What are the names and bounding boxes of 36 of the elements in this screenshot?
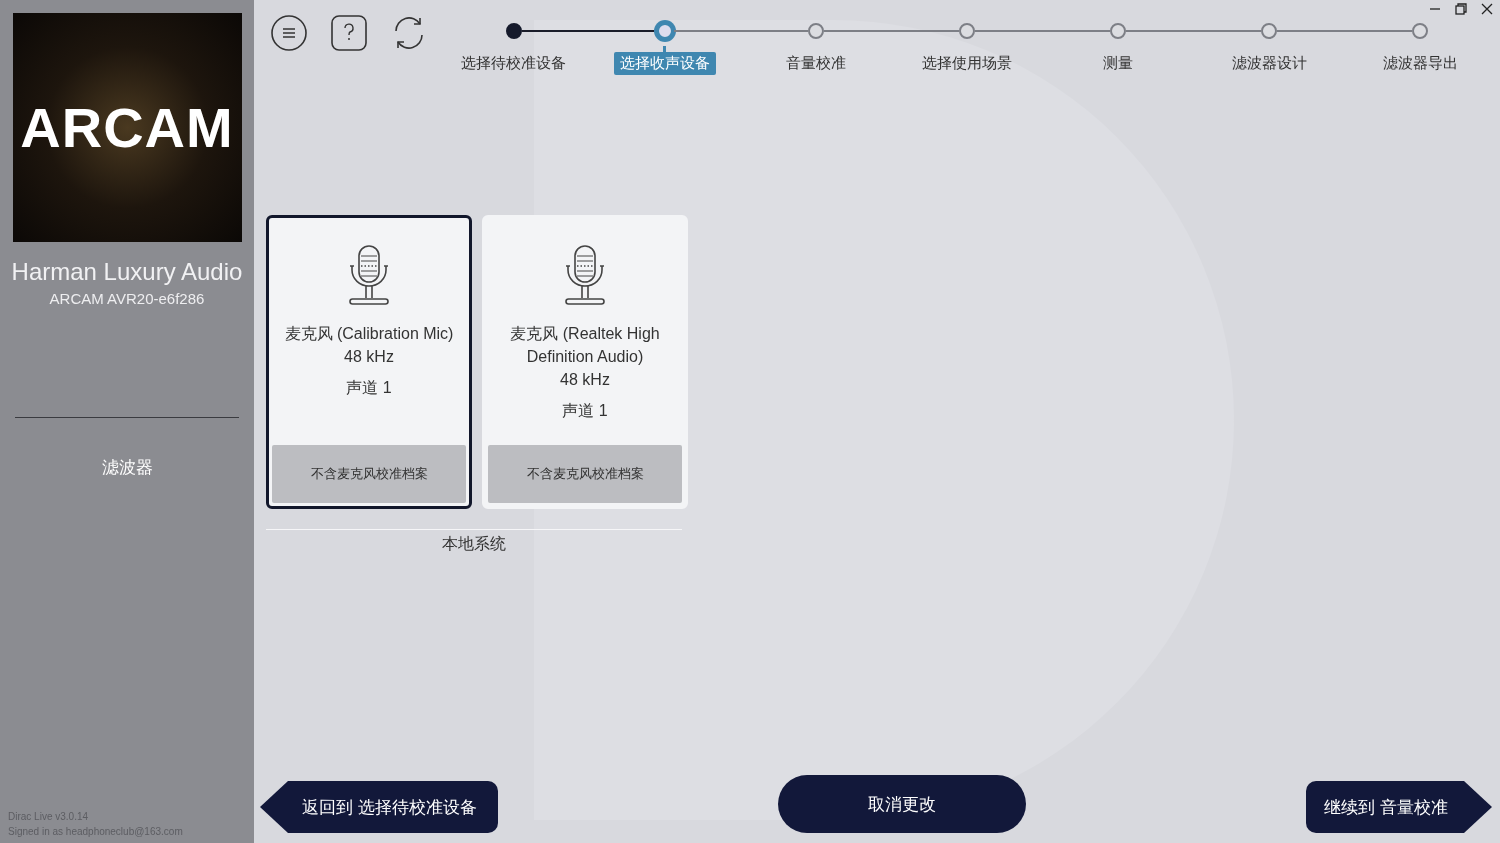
brand-name: Harman Luxury Audio <box>11 258 243 286</box>
step-label[interactable]: 选择收声设备 <box>613 52 716 75</box>
menu-icon[interactable] <box>270 14 308 52</box>
sample-rate: 48 kHz <box>560 370 610 390</box>
sample-rate: 48 kHz <box>344 347 394 367</box>
device-name: 麦克风 (Calibration Mic) <box>283 324 455 344</box>
device-card[interactable]: 麦克风 (Realtek High Definition Audio) 48 kHz 声道 1 不含麦克风校准档案 <box>482 215 688 509</box>
step-label[interactable]: 选择使用场景 <box>916 52 1018 75</box>
step-dot[interactable] <box>1412 23 1429 39</box>
group-label: 本地系统 <box>441 534 507 554</box>
cancel-button[interactable]: 取消更改 <box>778 775 1026 833</box>
device-name: ARCAM AVR20-e6f286 <box>49 290 205 307</box>
microphone-icon <box>563 244 607 308</box>
step-dot[interactable] <box>505 23 522 39</box>
step-label[interactable]: 音量校准 <box>779 52 852 75</box>
step-label[interactable]: 选择待校准设备 <box>455 52 573 75</box>
channel-label: 声道 1 <box>346 378 392 398</box>
step-label[interactable]: 滤波器导出 <box>1376 52 1464 75</box>
continue-button[interactable]: 继续到 音量校准 <box>1306 781 1492 833</box>
step-dot[interactable] <box>655 22 674 40</box>
step-label[interactable]: 滤波器设计 <box>1225 52 1313 75</box>
step-dot[interactable] <box>959 23 975 39</box>
step-label[interactable]: 测量 <box>1097 52 1140 75</box>
restore-icon[interactable] <box>1454 2 1468 16</box>
logo-text: ARCAM <box>20 95 234 160</box>
back-button[interactable]: 返回到 选择待校准设备 <box>260 781 498 833</box>
close-icon[interactable] <box>1480 2 1494 16</box>
step-dot[interactable] <box>1110 23 1127 39</box>
step-dot[interactable] <box>1261 23 1278 39</box>
microphone-icon <box>347 244 391 308</box>
device-name: 麦克风 (Realtek High Definition Audio) <box>509 324 661 367</box>
help-icon[interactable] <box>330 14 368 52</box>
calibration-profile-bar[interactable]: 不含麦克风校准档案 <box>272 445 466 503</box>
channel-label: 声道 1 <box>562 401 608 421</box>
device-card[interactable]: 麦克风 (Calibration Mic) 48 kHz 声道 1 不含麦克风校准档案 <box>266 215 472 509</box>
calibration-profile-bar[interactable]: 不含麦克风校准档案 <box>488 445 682 503</box>
